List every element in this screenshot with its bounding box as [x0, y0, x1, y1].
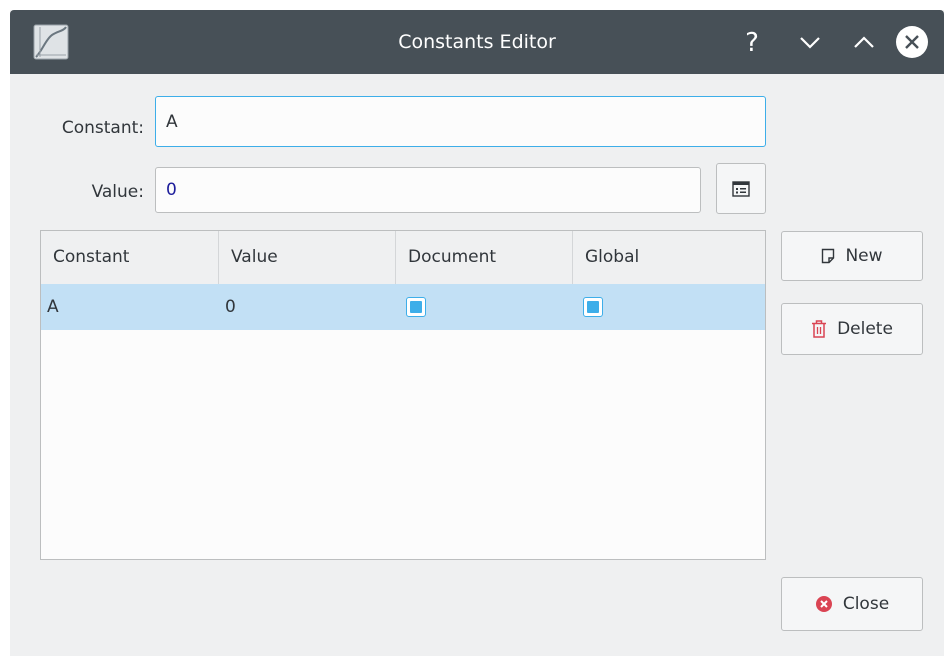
- table-header: Constant Value Document Global: [41, 231, 765, 285]
- equation-editor-button[interactable]: [716, 163, 766, 214]
- help-button[interactable]: ?: [734, 24, 770, 60]
- cell-value: 0: [225, 297, 236, 317]
- constant-name-value: A: [166, 111, 178, 132]
- column-header-constant[interactable]: Constant: [41, 231, 219, 284]
- cell-constant: A: [47, 297, 59, 317]
- constant-name-input[interactable]: A: [155, 96, 766, 147]
- document-new-icon: [821, 248, 835, 264]
- value-input-text: 0: [166, 180, 177, 200]
- column-header-document[interactable]: Document: [396, 231, 573, 284]
- constant-label: Constant:: [61, 118, 144, 138]
- close-circle-icon: [896, 26, 928, 58]
- delete-constant-button[interactable]: Delete: [781, 303, 923, 355]
- trash-icon: [811, 320, 827, 338]
- value-label: Value:: [91, 182, 144, 202]
- table-row[interactable]: A 0: [41, 284, 765, 330]
- maximize-button[interactable]: [846, 24, 882, 60]
- chevron-up-icon: [854, 36, 874, 48]
- delete-button-label: Delete: [837, 319, 893, 339]
- column-header-value[interactable]: Value: [219, 231, 396, 284]
- global-checkbox[interactable]: [583, 297, 603, 317]
- constants-table[interactable]: Constant Value Document Global A 0: [40, 230, 766, 560]
- constants-editor-window: Constants Editor ? Constant: A Value: 0 …: [10, 10, 944, 656]
- document-checkbox[interactable]: [406, 297, 426, 317]
- title-bar[interactable]: Constants Editor ?: [10, 10, 944, 74]
- value-input[interactable]: 0: [155, 167, 701, 213]
- close-button-label: Close: [842, 594, 890, 614]
- close-circle-icon: [815, 595, 833, 613]
- new-constant-button[interactable]: New: [781, 231, 923, 281]
- help-icon: ?: [745, 28, 759, 58]
- new-button-label: New: [845, 246, 883, 266]
- minimize-button[interactable]: [792, 24, 828, 60]
- svg-text:?: ?: [745, 28, 759, 58]
- equation-editor-icon: [732, 180, 750, 197]
- chevron-down-icon: [800, 37, 820, 49]
- close-dialog-button[interactable]: Close: [781, 577, 923, 631]
- close-window-button[interactable]: [894, 24, 930, 60]
- column-header-global[interactable]: Global: [573, 231, 765, 284]
